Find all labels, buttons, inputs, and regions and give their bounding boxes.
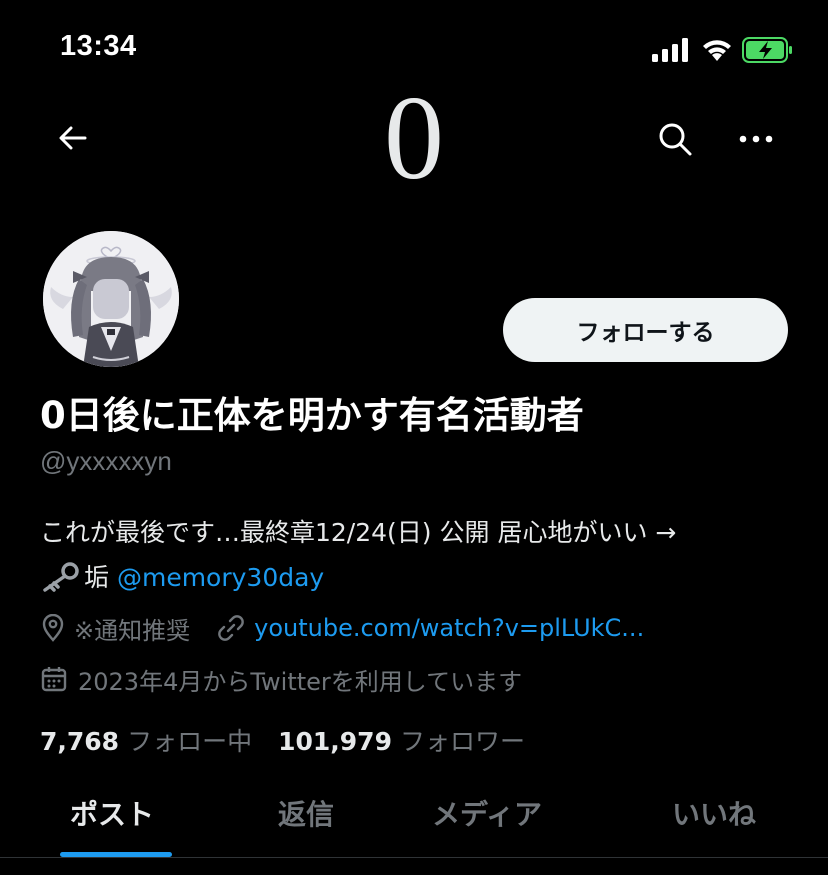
calendar-icon <box>41 667 67 692</box>
search-icon[interactable] <box>656 120 694 158</box>
profile-joined-date: 2023年4月からTwitterを利用しています <box>78 667 523 696</box>
followers-stat[interactable]: 101,979 フォロワー <box>278 722 525 758</box>
status-time: 13:34 <box>60 30 137 62</box>
location-pin-icon <box>42 614 64 642</box>
profile-bio: これが最後です…最終章12/24(日) 公開 居心地がいい → 垢 @memor… <box>40 510 800 600</box>
tab-media[interactable]: メディア <box>432 793 542 833</box>
profile-website-link[interactable]: youtube.com/watch?v=plLUkC... <box>254 614 644 642</box>
profile-display-name: 0日後に正体を明かす有名活動者 <box>40 394 584 437</box>
profile-stats: 7,768 フォロー中 101,979 フォロワー <box>40 722 525 758</box>
tabs-divider <box>0 857 828 858</box>
profile-handle: @yxxxxxyn <box>40 446 172 476</box>
wifi-icon <box>703 40 731 61</box>
profile-location: ※通知推奨 <box>74 616 191 645</box>
following-count: 7,768 <box>40 727 120 756</box>
bio-mention-link[interactable]: @memory30day <box>117 563 324 592</box>
profile-meta-joined: 2023年4月からTwitterを利用しています <box>40 661 522 697</box>
tab-likes[interactable]: いいね <box>672 793 756 833</box>
avatar-illustration <box>43 231 179 367</box>
battery-charging-icon <box>742 37 792 63</box>
bio-line-2: 垢 @memory30day <box>40 555 800 600</box>
profile-avatar[interactable] <box>40 228 182 370</box>
more-icon[interactable] <box>736 124 776 154</box>
header-countdown-number: 0 <box>384 71 444 204</box>
followers-count: 101,979 <box>278 727 392 756</box>
tab-posts[interactable]: ポスト <box>70 793 154 833</box>
following-label: フォロー中 <box>127 727 253 756</box>
bio-line-1: これが最後です…最終章12/24(日) 公開 居心地がいい → <box>40 518 677 547</box>
cellular-signal-icon <box>652 38 688 62</box>
bio-line-2-text: 垢 <box>84 563 110 592</box>
followers-label: フォロワー <box>399 727 525 756</box>
key-emoji-icon <box>43 562 79 592</box>
profile-tabs: ポスト 返信 メディア いいね <box>0 778 828 858</box>
profile-meta-location-website: ※通知推奨 youtube.com/watch?v=plLUkC... <box>40 610 644 646</box>
back-arrow-icon[interactable] <box>55 120 91 156</box>
tab-replies[interactable]: 返信 <box>278 793 334 833</box>
following-stat[interactable]: 7,768 フォロー中 <box>40 722 252 758</box>
link-icon <box>218 615 244 641</box>
follow-button[interactable]: フォローする <box>503 298 788 362</box>
